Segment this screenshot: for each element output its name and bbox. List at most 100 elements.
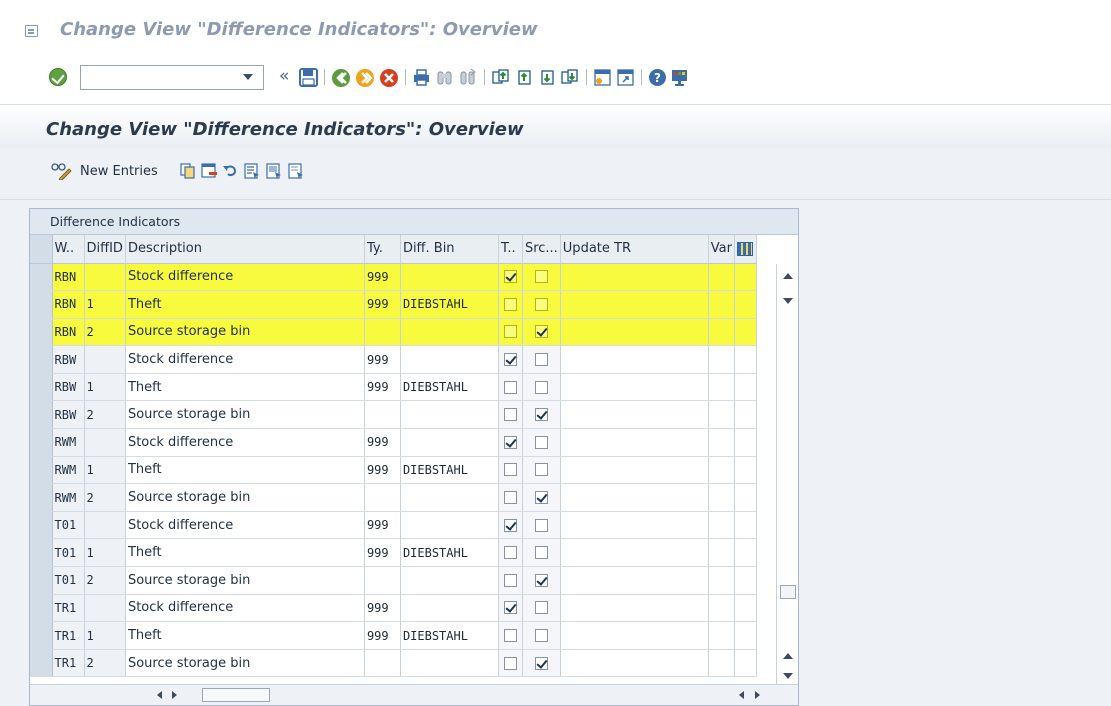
cell-diff-bin[interactable] [400, 566, 499, 595]
deselect-all-icon[interactable] [288, 163, 303, 179]
scroll-down-icon[interactable] [783, 673, 793, 679]
cell-type[interactable] [364, 400, 401, 430]
row-selector[interactable] [30, 428, 53, 457]
cell-diff-bin[interactable] [400, 263, 499, 292]
src-checkbox[interactable] [534, 270, 548, 284]
cancel-icon[interactable] [379, 68, 398, 87]
src-checkbox[interactable] [534, 297, 548, 311]
cell-var[interactable] [708, 566, 736, 595]
cell-description[interactable]: Theft [125, 456, 365, 485]
cell-type[interactable] [364, 566, 401, 595]
src-checkbox[interactable] [534, 463, 548, 477]
row-selector[interactable] [30, 538, 53, 568]
row-selector[interactable] [30, 318, 53, 347]
cell-type[interactable]: 999 [364, 263, 401, 292]
cell-var[interactable] [708, 649, 736, 678]
src-checkbox[interactable] [534, 546, 548, 560]
cell-diff-bin[interactable] [400, 318, 499, 347]
vertical-scrollbar[interactable] [776, 264, 798, 684]
scroll-right-icon[interactable] [172, 691, 177, 699]
cell-description[interactable]: Source storage bin [125, 566, 365, 595]
cell-var[interactable] [708, 318, 736, 347]
cell-var[interactable] [708, 594, 736, 623]
cell-description[interactable]: Source storage bin [125, 400, 365, 430]
column-header-diff-bin[interactable]: Diff. Bin [400, 235, 499, 264]
t-checkbox[interactable] [503, 297, 517, 311]
src-checkbox[interactable] [534, 601, 548, 615]
t-checkbox[interactable] [503, 463, 517, 477]
row-selector[interactable] [30, 621, 53, 650]
cell-type[interactable]: 999 [364, 373, 401, 402]
column-header-var[interactable]: Var [708, 235, 736, 264]
table-row[interactable]: RBN Stock difference 999 [30, 263, 757, 292]
cell-update-tr[interactable] [560, 456, 709, 485]
cell-diff-bin[interactable] [400, 345, 499, 374]
cell-type[interactable]: 999 [364, 621, 401, 650]
t-checkbox[interactable] [503, 353, 517, 367]
column-header-type[interactable]: Ty. [364, 235, 401, 264]
cell-diff-bin[interactable]: DIEBSTAHL [400, 456, 499, 485]
t-checkbox[interactable] [503, 573, 517, 587]
src-checkbox[interactable] [534, 353, 548, 367]
cell-type[interactable]: 999 [364, 511, 401, 540]
row-selector[interactable] [30, 594, 53, 623]
cell-diff-bin[interactable] [400, 428, 499, 457]
cell-update-tr[interactable] [560, 566, 709, 595]
table-row[interactable]: RWM 2 Source storage bin [30, 483, 757, 512]
select-all-column-header[interactable] [30, 235, 53, 264]
next-page-icon[interactable] [537, 68, 556, 87]
cell-description[interactable]: Stock difference [125, 428, 365, 457]
cell-description[interactable]: Source storage bin [125, 483, 365, 512]
t-checkbox[interactable] [503, 491, 517, 505]
table-row[interactable]: RBN 2 Source storage bin [30, 318, 757, 347]
row-selector[interactable] [30, 566, 53, 595]
src-checkbox[interactable] [534, 656, 548, 670]
table-row[interactable]: T01 Stock difference 999 [30, 511, 757, 540]
scroll-right-icon[interactable] [755, 691, 760, 699]
table-row[interactable]: T01 2 Source storage bin [30, 566, 757, 595]
src-checkbox[interactable] [534, 380, 548, 394]
cell-type[interactable] [364, 649, 401, 678]
cell-diff-bin[interactable]: DIEBSTAHL [400, 538, 499, 568]
select-all-icon[interactable] [244, 163, 259, 179]
column-header-t[interactable]: T.. [498, 235, 523, 264]
collapse-icon[interactable]: « [279, 66, 289, 86]
column-header-diffid[interactable]: DiffID [84, 235, 126, 264]
chevron-down-icon[interactable] [243, 74, 253, 80]
table-row[interactable]: RBW 2 Source storage bin [30, 400, 757, 430]
command-field[interactable] [80, 65, 264, 90]
src-checkbox[interactable] [534, 491, 548, 505]
delete-icon[interactable] [201, 163, 217, 179]
cell-update-tr[interactable] [560, 649, 709, 678]
column-header-update-tr[interactable]: Update TR [560, 235, 709, 264]
src-checkbox[interactable] [534, 435, 548, 449]
print-icon[interactable] [412, 68, 431, 87]
cell-update-tr[interactable] [560, 345, 709, 374]
cell-diff-bin[interactable]: DIEBSTAHL [400, 290, 499, 319]
cell-diff-bin[interactable] [400, 400, 499, 430]
scroll-down-icon[interactable] [783, 298, 793, 304]
cell-type[interactable]: 999 [364, 290, 401, 319]
menu-icon[interactable] [25, 25, 38, 37]
table-row[interactable]: RBW Stock difference 999 [30, 345, 757, 374]
table-row[interactable]: TR1 Stock difference 999 [30, 594, 757, 623]
row-selector[interactable] [30, 373, 53, 402]
display-change-icon[interactable] [50, 162, 72, 184]
cell-type[interactable] [364, 483, 401, 512]
scrollbar-thumb[interactable] [202, 688, 270, 702]
cell-update-tr[interactable] [560, 511, 709, 540]
select-block-icon[interactable] [266, 163, 281, 179]
find-next-icon[interactable] [458, 68, 477, 87]
row-selector[interactable] [30, 400, 53, 430]
row-selector[interactable] [30, 263, 53, 292]
cell-description[interactable]: Theft [125, 290, 365, 319]
cell-diff-bin[interactable] [400, 483, 499, 512]
cell-description[interactable]: Theft [125, 538, 365, 568]
t-checkbox[interactable] [503, 435, 517, 449]
t-checkbox[interactable] [503, 408, 517, 422]
t-checkbox[interactable] [503, 546, 517, 560]
cell-update-tr[interactable] [560, 290, 709, 319]
scroll-left-icon[interactable] [157, 691, 162, 699]
cell-update-tr[interactable] [560, 318, 709, 347]
t-checkbox[interactable] [503, 270, 517, 284]
